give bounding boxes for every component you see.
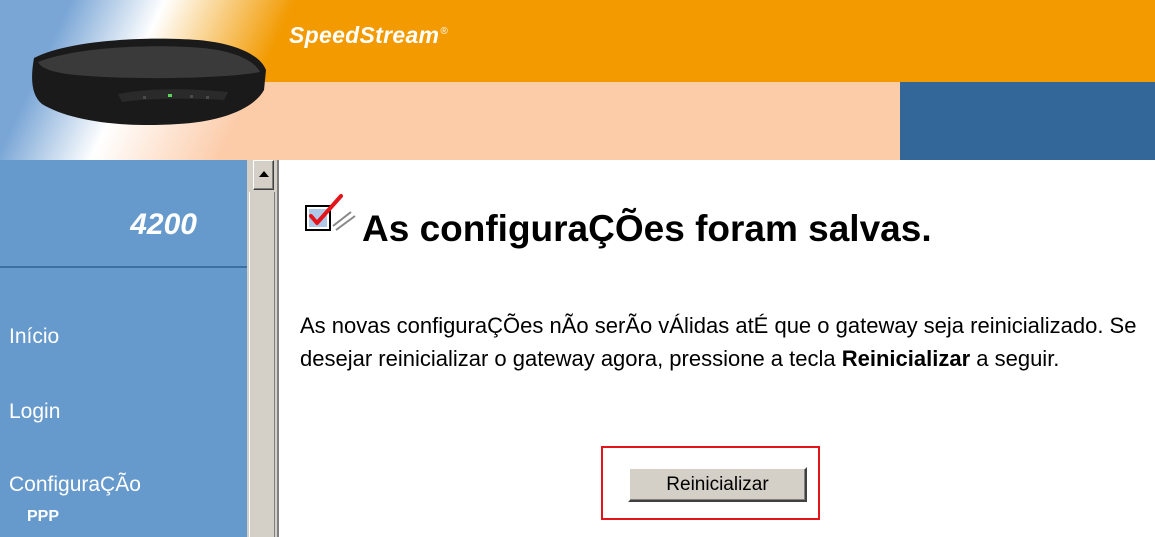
sidebar-item-inicio[interactable]: Início	[9, 325, 59, 349]
header-banner: SpeedStream®	[0, 0, 1155, 160]
banner-blue-block	[900, 82, 1155, 160]
scrollbar-track[interactable]	[249, 192, 275, 537]
status-message: As novas configuraÇÕes nÃo serÃo vÁlidas…	[300, 309, 1150, 375]
scroll-up-button[interactable]	[253, 160, 274, 190]
reboot-button[interactable]: Reinicializar	[628, 467, 807, 502]
sidebar-divider	[0, 266, 247, 268]
frame-divider	[277, 160, 279, 537]
sidebar: 4200 Início Login ConfiguraÇÃo PPP	[0, 160, 247, 537]
message-text-end: a seguir.	[970, 346, 1060, 371]
sidebar-item-configuracao[interactable]: ConfiguraÇÃo	[9, 473, 141, 497]
arrow-up-icon	[259, 171, 269, 177]
brand-registered-mark: ®	[440, 26, 448, 38]
checkbox-check-icon	[305, 194, 356, 231]
model-number: 4200	[130, 208, 197, 241]
modem-image	[32, 38, 266, 126]
sidebar-item-ppp[interactable]: PPP	[27, 508, 59, 526]
message-emphasis: Reinicializar	[841, 346, 971, 371]
brand-logo: SpeedStream®	[289, 22, 448, 49]
sidebar-item-login[interactable]: Login	[9, 400, 60, 424]
page-title: As configuraÇÕes foram salvas.	[362, 208, 932, 249]
brand-name: SpeedStream	[289, 22, 440, 48]
